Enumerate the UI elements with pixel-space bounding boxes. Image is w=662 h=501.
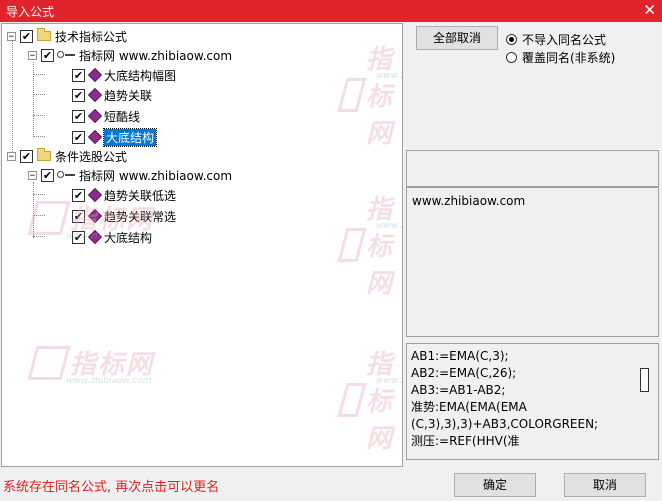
description-box[interactable]: www.zhibiaow.com xyxy=(406,187,659,337)
tree-item-label: 大底结构幅图 xyxy=(104,68,177,83)
checkbox[interactable]: ✔ xyxy=(72,209,85,223)
key-icon xyxy=(57,170,75,180)
tree-item-label: 趋势关联 xyxy=(104,88,153,103)
checkbox[interactable]: ✔ xyxy=(20,29,33,43)
watermark-logo: 指标网www.zhibiaow.com xyxy=(27,344,154,386)
tree-group-label: 条件选股公式 xyxy=(55,149,128,164)
checkbox[interactable]: ✔ xyxy=(72,230,85,244)
formula-icon xyxy=(87,108,103,124)
tree-group-label: 技术指标公式 xyxy=(55,29,128,44)
watermark-logo: 指标网www.zhibiaow.com xyxy=(337,344,402,455)
formula-icon xyxy=(87,187,103,203)
status-message: 系统存在同名公式, 再次点击可以更名 xyxy=(3,480,220,495)
formula-icon xyxy=(87,208,103,224)
tree-item[interactable]: ✔ 大底结构幅图 xyxy=(68,66,176,84)
checkbox[interactable]: ✔ xyxy=(72,130,85,144)
formula-icon xyxy=(87,87,103,103)
ok-button[interactable]: 确定 xyxy=(454,473,536,497)
watermark-logo: 指标网www.zhibiaow.com xyxy=(337,189,402,300)
checkbox[interactable]: ✔ xyxy=(72,188,85,202)
tree-item[interactable]: ✔ 大底结构 xyxy=(68,228,152,246)
collapse-toggle[interactable]: − xyxy=(28,170,37,180)
radio-label: 不导入同名公式 xyxy=(522,33,607,47)
tree-group-technical[interactable]: − ✔ 技术指标公式 xyxy=(7,27,127,45)
checkbox[interactable]: ✔ xyxy=(41,48,54,62)
tree-item-label: 趋势关联低选 xyxy=(104,188,177,203)
formula-tree[interactable]: − ✔ 技术指标公式 − ✔ 指标网 www.zhibiaow.com ✔ 大底… xyxy=(1,23,403,467)
cancel-button[interactable]: 取消 xyxy=(564,473,646,497)
tree-item[interactable]: ✔ 趋势关联常选 xyxy=(68,207,176,225)
radio-no-import[interactable]: 不导入同名公式 xyxy=(506,31,606,48)
scrollbar-thumb[interactable] xyxy=(640,368,649,392)
radio-label: 覆盖同名(非系统) xyxy=(522,51,616,65)
tree-item[interactable]: ✔ 短酷线 xyxy=(68,107,140,125)
radio-dot[interactable] xyxy=(506,34,517,45)
checkbox[interactable]: ✔ xyxy=(72,109,85,123)
window-title: 导入公式 xyxy=(6,5,55,19)
watermark-logo: 指标网www.zhibiaow.com xyxy=(337,39,402,150)
key-icon xyxy=(57,50,75,60)
tree-group-screening[interactable]: − ✔ 条件选股公式 xyxy=(7,147,127,165)
tree-source-label: 指标网 www.zhibiaow.com xyxy=(79,168,233,183)
tree-source-node[interactable]: − ✔ 指标网 www.zhibiaow.com xyxy=(28,166,232,184)
folder-icon xyxy=(37,148,51,161)
tree-source-label: 指标网 www.zhibiaow.com xyxy=(79,48,233,63)
tree-source-node[interactable]: − ✔ 指标网 www.zhibiaow.com xyxy=(28,46,232,64)
info-box-empty xyxy=(406,150,659,187)
tree-item-label: 大底结构 xyxy=(102,127,158,147)
checkbox[interactable]: ✔ xyxy=(41,168,54,182)
site-text: www.zhibiaow.com xyxy=(412,194,526,208)
tree-item-selected[interactable]: ✔ 大底结构 xyxy=(68,127,158,147)
cancel-all-button[interactable]: 全部取消 xyxy=(416,26,498,50)
checkbox[interactable]: ✔ xyxy=(72,88,85,102)
checkbox[interactable]: ✔ xyxy=(20,149,33,163)
checkbox[interactable]: ✔ xyxy=(72,68,85,82)
title-bar: 导入公式 ✕ xyxy=(0,0,662,22)
radio-dot[interactable] xyxy=(506,52,517,63)
collapse-toggle[interactable]: − xyxy=(7,31,16,41)
tree-item[interactable]: ✔ 趋势关联低选 xyxy=(68,186,176,204)
folder-icon xyxy=(37,28,51,41)
tree-item-label: 短酷线 xyxy=(104,109,141,124)
tree-item[interactable]: ✔ 趋势关联 xyxy=(68,86,152,104)
formula-icon xyxy=(87,67,103,83)
tree-item-label: 大底结构 xyxy=(104,230,153,245)
radio-overwrite[interactable]: 覆盖同名(非系统) xyxy=(506,49,615,66)
formula-code: AB1:=EMA(C,3); AB2:=EMA(C,26); AB3:=AB1-… xyxy=(411,349,599,448)
collapse-toggle[interactable]: − xyxy=(7,151,16,161)
collapse-toggle[interactable]: − xyxy=(28,50,37,60)
tree-item-label: 趋势关联常选 xyxy=(104,209,177,224)
close-icon[interactable]: ✕ xyxy=(643,1,656,19)
formula-icon xyxy=(87,129,103,145)
formula-icon xyxy=(87,229,103,245)
